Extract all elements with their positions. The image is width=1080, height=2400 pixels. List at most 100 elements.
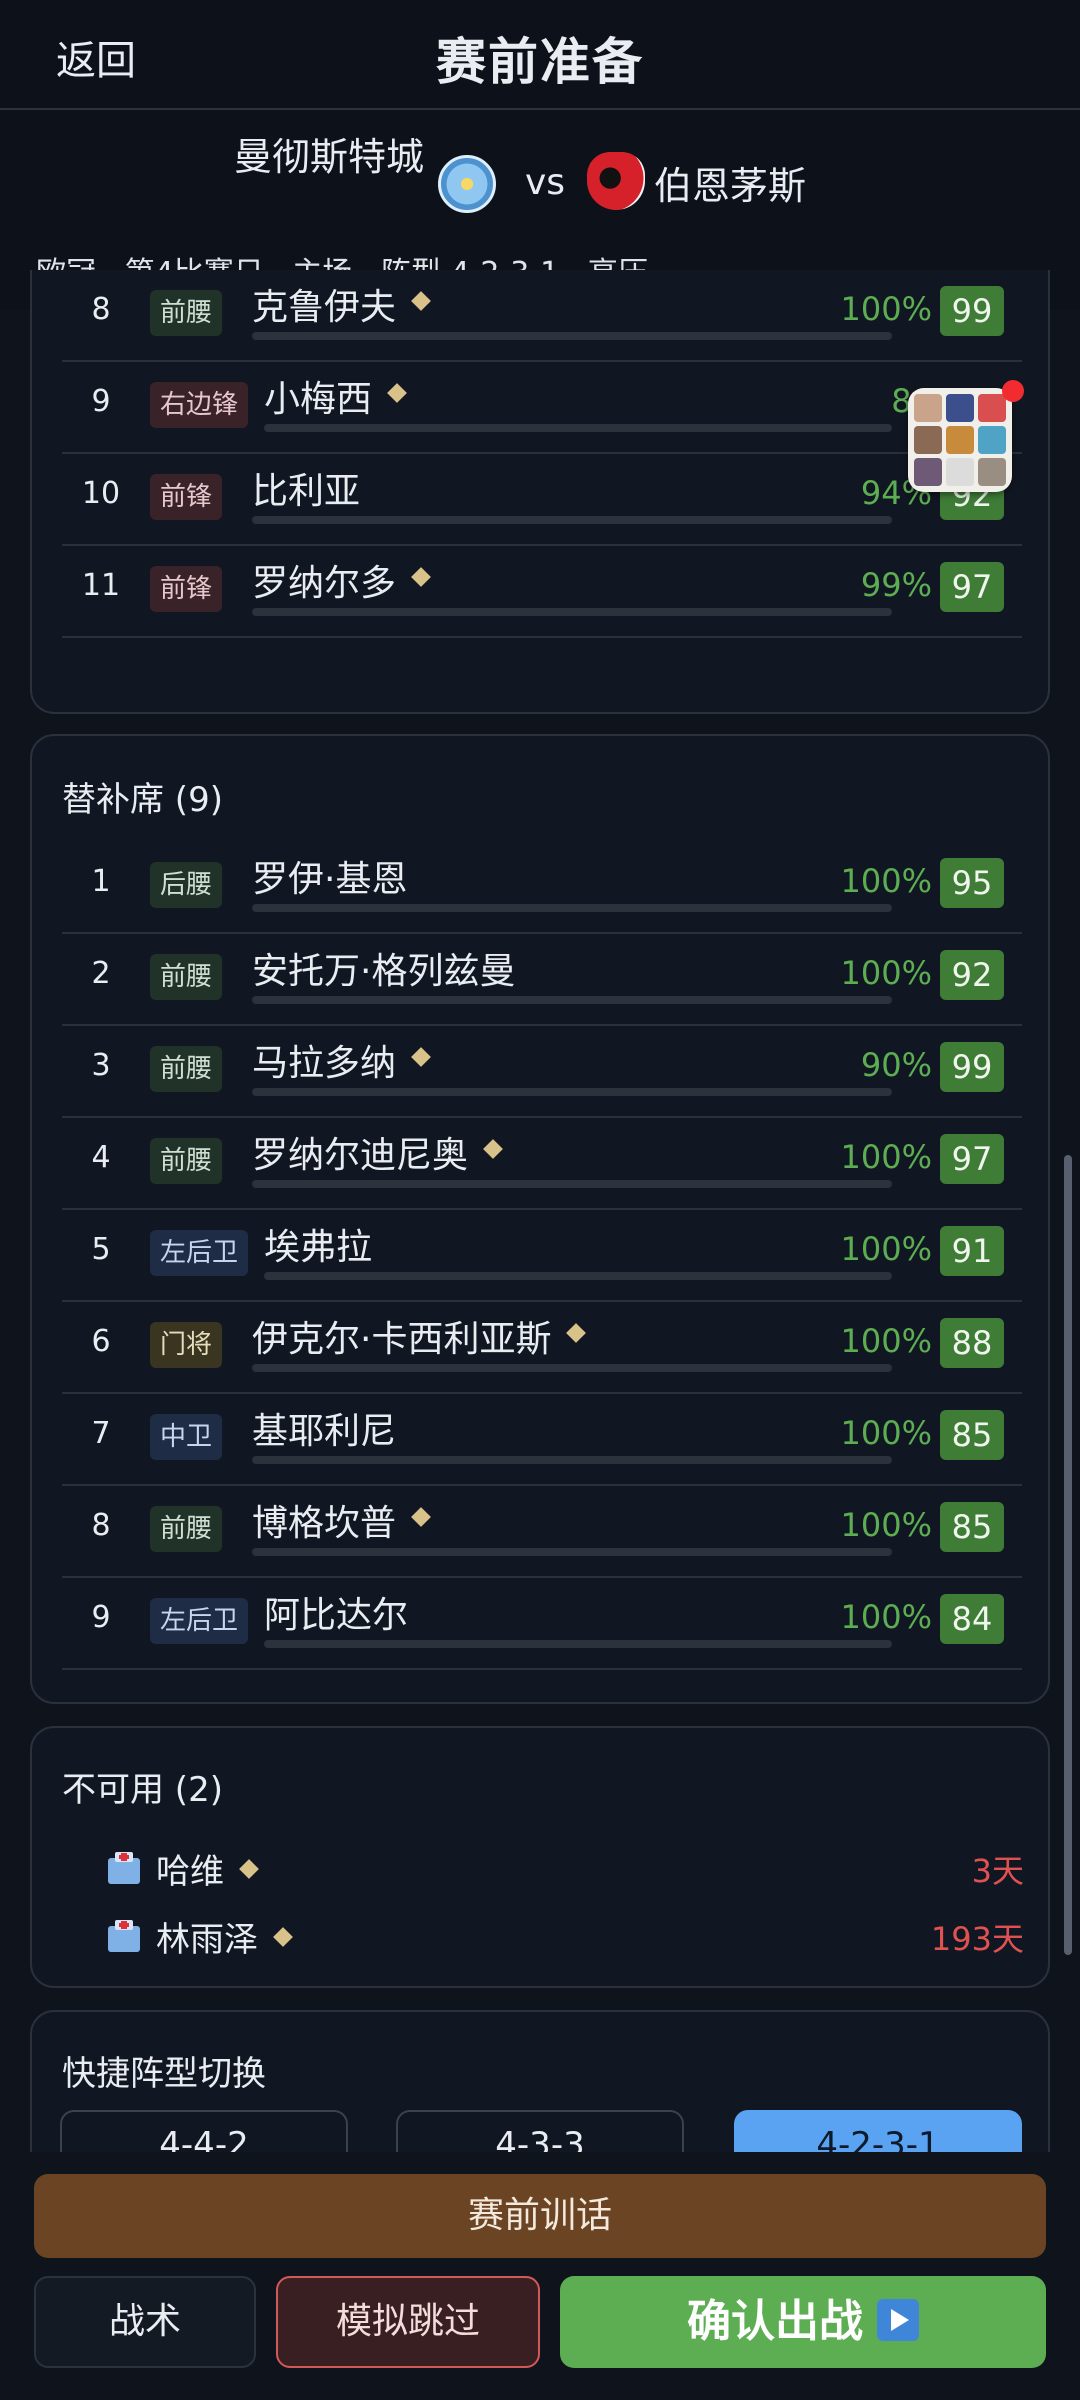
floating-app-widget[interactable]: [908, 380, 1024, 492]
rating-badge: 92: [940, 950, 1004, 1000]
fitness-percent: 100%: [840, 1138, 932, 1176]
star-icon: [566, 1323, 586, 1343]
star-icon: [483, 1139, 503, 1159]
player-row[interactable]: 4 前腰 罗纳尔迪尼奥 100% 97: [62, 1116, 1022, 1210]
player-name: 克鲁伊夫: [252, 287, 397, 328]
position-badge: 前锋: [150, 566, 223, 612]
unavailable-title: 不可用 (2): [62, 1770, 223, 1810]
starters-card: 8前腰克鲁伊夫100%999右边锋小梅西8610前锋比利亚94%9211前锋罗纳…: [30, 270, 1050, 714]
unavailable-player[interactable]: 哈维 3天: [72, 1838, 1032, 1898]
home-crest-icon: [438, 155, 496, 213]
player-name: 安托万·格列兹曼: [252, 951, 516, 992]
fitness-percent: 99%: [860, 566, 932, 604]
thumbnail-icon: [978, 426, 1006, 454]
fitness-percent: 100%: [840, 1506, 932, 1544]
fitness-bar: [252, 332, 892, 340]
fitness-bar: [252, 1088, 892, 1096]
hospital-icon: [106, 1918, 142, 1954]
player-number: 6: [91, 1324, 111, 1359]
star-icon: [411, 291, 431, 311]
confirm-start-button[interactable]: 确认出战: [560, 2276, 1046, 2368]
position-badge: 前腰: [150, 954, 223, 1000]
rating-badge: 99: [940, 1042, 1004, 1092]
position-badge: 右边锋: [150, 382, 249, 428]
fitness-bar: [252, 608, 892, 616]
player-row[interactable]: 5 左后卫 埃弗拉 100% 91: [62, 1208, 1022, 1302]
away-crest-icon: [587, 152, 645, 210]
thumbnail-icon: [946, 426, 974, 454]
rating-badge: 95: [940, 858, 1004, 908]
unavailable-player-name: 林雨泽: [156, 1920, 258, 1960]
play-icon: [877, 2299, 919, 2341]
star-icon: [239, 1859, 259, 1879]
thumbnail-icon: [914, 394, 942, 422]
star-icon: [273, 1927, 293, 1947]
player-row[interactable]: 6 门将 伊克尔·卡西利亚斯 100% 88: [62, 1300, 1022, 1394]
rating-badge: 97: [940, 1134, 1004, 1184]
player-number: 9: [91, 1600, 111, 1635]
fitness-bar: [264, 1640, 892, 1648]
player-row[interactable]: 1 后腰 罗伊·基恩 100% 95: [62, 840, 1022, 934]
player-row[interactable]: 7 中卫 基耶利尼 100% 85: [62, 1392, 1022, 1486]
player-number: 11: [81, 568, 121, 603]
page-title: 赛前准备: [436, 33, 644, 91]
vs-label: vs: [525, 162, 566, 203]
player-name: 阿比达尔: [264, 1595, 409, 1636]
rating-badge: 88: [940, 1318, 1004, 1368]
bench-card: 替补席 (9) 1 后腰 罗伊·基恩 100% 95 2 前腰 安托万·格列兹曼 100% 92 3…: [30, 734, 1050, 1704]
hospital-icon: [106, 1850, 142, 1886]
fitness-percent: 100%: [840, 954, 932, 992]
player-row[interactable]: 2 前腰 安托万·格列兹曼 100% 92: [62, 932, 1022, 1026]
injury-days: 193天: [930, 1920, 1024, 1958]
tactics-button[interactable]: 战术: [34, 2276, 256, 2368]
player-number: 2: [91, 956, 111, 991]
player-row[interactable]: 11 前锋 罗纳尔多 99% 97: [62, 544, 1022, 638]
fitness-bar: [264, 424, 892, 432]
thumbnail-icon: [978, 394, 1006, 422]
position-badge: 左后卫: [150, 1598, 249, 1644]
player-row[interactable]: 8 前腰 博格坎普 100% 85: [62, 1484, 1022, 1578]
player-name: 博格坎普: [252, 1503, 397, 1544]
rating-badge: 91: [940, 1226, 1004, 1276]
star-icon: [411, 1047, 431, 1067]
player-name: 埃弗拉: [264, 1227, 373, 1268]
fitness-bar: [264, 1272, 892, 1280]
star-icon: [411, 1507, 431, 1527]
player-row[interactable]: 9右边锋小梅西86: [62, 360, 1022, 454]
unavailable-player[interactable]: 林雨泽 193天: [72, 1906, 1032, 1966]
fitness-bar: [252, 996, 892, 1004]
position-badge: 前腰: [150, 1046, 223, 1092]
player-number: 5: [91, 1232, 111, 1267]
position-badge: 左后卫: [150, 1230, 249, 1276]
thumbnail-icon: [946, 394, 974, 422]
pre-match-speech-button[interactable]: 赛前训话: [34, 2174, 1046, 2258]
thumbnail-icon: [946, 458, 974, 486]
player-name: 基耶利尼: [252, 1411, 397, 1452]
position-badge: 前腰: [150, 1506, 223, 1552]
star-icon: [411, 567, 431, 587]
confirm-label: 确认出战: [687, 2296, 863, 2347]
thumbnail-icon: [914, 426, 942, 454]
simulate-skip-button[interactable]: 模拟跳过: [276, 2276, 540, 2368]
home-team-name: 曼彻斯特城: [233, 135, 424, 179]
fitness-bar: [252, 1456, 892, 1464]
unavailable-card: 不可用 (2) 哈维 3天 林雨泽 193天: [30, 1726, 1050, 1988]
player-row[interactable]: 8 前腰 克鲁伊夫 100% 99: [62, 268, 1022, 362]
player-name: 伊克尔·卡西利亚斯: [252, 1319, 552, 1360]
fitness-percent: 100%: [840, 1414, 932, 1452]
rating-badge: 85: [940, 1410, 1004, 1460]
fitness-bar: [252, 1548, 892, 1556]
notification-dot-icon: [1002, 380, 1024, 402]
scrollbar[interactable]: [1064, 1155, 1072, 1955]
fitness-percent: 100%: [840, 862, 932, 900]
bench-title: 替补席 (9): [62, 780, 223, 820]
player-row[interactable]: 3 前腰 马拉多纳 90% 99: [62, 1024, 1022, 1118]
player-row[interactable]: 9 左后卫 阿比达尔 100% 84: [62, 1576, 1022, 1670]
rating-badge: 84: [940, 1594, 1004, 1644]
player-row[interactable]: 10 前锋 比利亚 94% 92: [62, 452, 1022, 546]
position-badge: 前腰: [150, 290, 223, 336]
player-name: 罗纳尔迪尼奥: [252, 1135, 469, 1176]
fitness-bar: [252, 904, 892, 912]
player-name: 比利亚: [252, 471, 361, 512]
fitness-percent: 100%: [840, 1322, 932, 1360]
